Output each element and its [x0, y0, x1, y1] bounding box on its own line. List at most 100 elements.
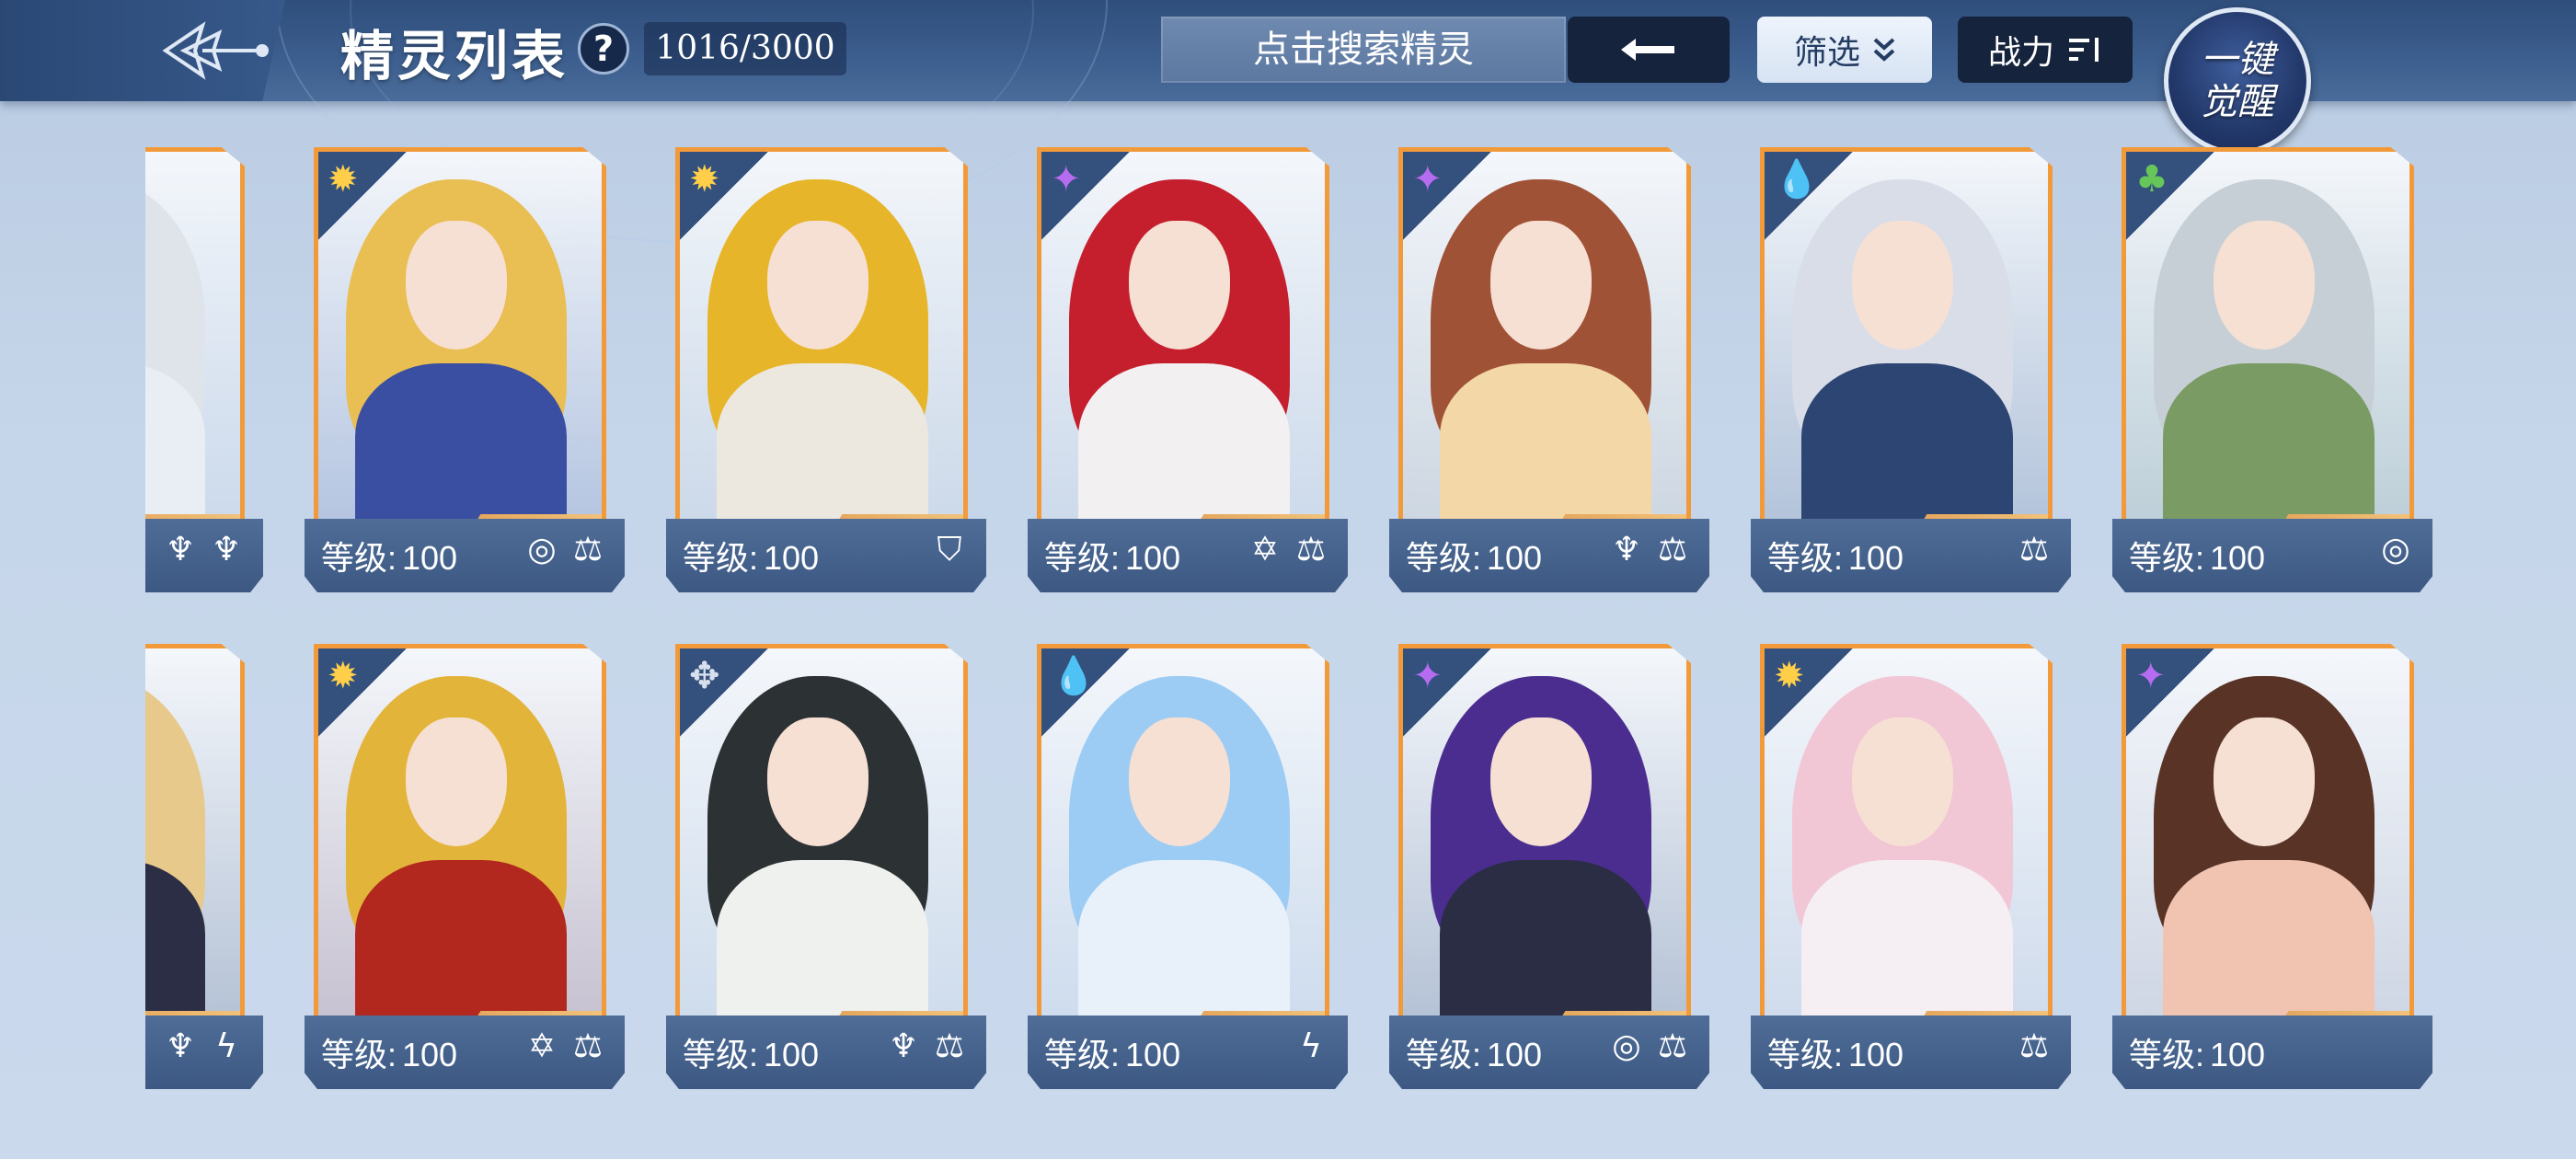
level-value: 100 — [1125, 1036, 1181, 1073]
spirit-card[interactable]: 等级:100♆ϟ — [145, 635, 263, 1089]
skill-icons: ◎ — [2375, 530, 2416, 570]
spirit-portrait-frame: ✥ — [675, 644, 968, 1028]
spirit-portrait-frame: ✦ — [1398, 644, 1691, 1028]
skill-icons: ⛉ — [929, 530, 970, 570]
level-text: 等级: 100 — [1044, 1028, 1180, 1076]
level-text: 等级: 100 — [1044, 532, 1180, 580]
level-bar: 等级: 100 ϟ — [1028, 1016, 1348, 1089]
level-label: 等级: — [1767, 539, 1844, 577]
spirit-portrait — [145, 152, 240, 527]
level-text: 等级: 100 — [1406, 532, 1542, 580]
spirit-portrait-frame: ♣ — [2122, 147, 2414, 532]
skill-type-icon: ⛉ — [937, 531, 962, 568]
spirit-card[interactable]: ✦ 等级: 100 — [2112, 635, 2432, 1089]
spirit-card[interactable]: ✦ 等级: 100 ♆ ⚖ — [1389, 138, 1709, 592]
spirit-portrait-frame: ✦ — [1398, 147, 1691, 532]
skill-icons: ♆ ♆ — [160, 530, 247, 570]
spirit-card[interactable]: ✹ 等级: 100 ⚖ — [1751, 635, 2071, 1089]
filter-label: 筛选 — [1793, 34, 1860, 72]
element-attribute-icon: ✹ — [318, 152, 407, 240]
spirit-portrait-frame: ✹ — [675, 147, 968, 532]
skill-icons: ⚖ — [2014, 1027, 2054, 1067]
help-button[interactable]: ? — [578, 23, 629, 75]
level-bar: 等级: 100 ♆ ⚖ — [666, 1016, 986, 1089]
skill-type-icon: ⚖ — [1657, 1027, 1688, 1065]
level-bar: 等级: 100 ◎ ⚖ — [1389, 1016, 1709, 1089]
level-value: 100 — [764, 539, 820, 577]
skill-type-icon: ◎ — [2381, 531, 2410, 568]
spirit-portrait-frame — [145, 147, 245, 532]
spirit-card[interactable]: ✦ 等级: 100 ✡ ⚖ — [1028, 138, 1348, 592]
spirit-card[interactable]: 💧 等级: 100 ϟ — [1028, 635, 1348, 1089]
level-bar: 等级: 100 ◎ — [2112, 519, 2432, 592]
level-text: 等级: 100 — [683, 1028, 819, 1076]
level-value: 100 — [1487, 539, 1543, 577]
level-label: 等级: — [2129, 539, 2205, 577]
level-label: 等级: — [683, 539, 759, 577]
skill-type-icon: ♆ — [165, 1027, 196, 1065]
skill-type-icon: ϟ — [1300, 1027, 1322, 1065]
spirit-portrait-frame: ✹ — [314, 644, 606, 1028]
level-label: 等级: — [321, 539, 397, 577]
filter-button[interactable]: 筛选 — [1757, 17, 1932, 83]
level-value: 100 — [1848, 1036, 1904, 1073]
level-bar: 等级: 100 ⚖ — [1751, 1016, 2071, 1089]
spirit-portrait-frame: ✹ — [314, 147, 606, 532]
awaken-label-line2: 觉醒 — [2201, 81, 2274, 123]
level-bar: 等级:100♆ϟ — [145, 1016, 263, 1089]
level-text: 等级: 100 — [321, 1028, 457, 1076]
element-attribute-icon: ✹ — [680, 152, 768, 240]
level-text: 等级: 100 — [1406, 1028, 1542, 1076]
skill-icons: ◎ ⚖ — [522, 530, 608, 570]
level-value: 100 — [2210, 1036, 2266, 1073]
skill-icons: ⚖ — [2014, 530, 2054, 570]
skill-type-icon: ♆ — [165, 531, 196, 568]
level-text: 等级: 100 — [321, 532, 457, 580]
element-attribute-icon: ✹ — [318, 648, 407, 737]
skill-type-icon: ϟ — [215, 1027, 237, 1065]
skill-type-icon: ⚖ — [572, 1027, 604, 1065]
sort-icon — [2069, 38, 2099, 62]
skill-icons: ♆ ⚖ — [1606, 530, 1693, 570]
level-label: 等级: — [1767, 1036, 1844, 1073]
spirit-card[interactable]: ✹ 等级: 100 ⛉ — [666, 138, 986, 592]
skill-type-icon: ⚖ — [934, 1027, 965, 1065]
sort-button[interactable]: 战力 — [1958, 17, 2133, 83]
spirit-card[interactable]: ♣ 等级: 100 ◎ — [2112, 138, 2432, 592]
level-value: 100 — [402, 539, 458, 577]
spirit-card[interactable]: 💧 等级: 100 ⚖ — [1751, 138, 2071, 592]
level-label: 等级: — [1406, 1036, 1482, 1073]
skill-type-icon: ◎ — [527, 531, 557, 568]
one-click-awaken-button[interactable]: 一键 觉醒 — [2164, 7, 2311, 155]
search-input[interactable]: 点击搜索精灵 — [1161, 17, 1566, 83]
level-bar: 等级: 100 ♆ ⚖ — [1389, 519, 1709, 592]
element-attribute-icon: ✹ — [1765, 648, 1853, 737]
spirit-card[interactable]: ✹ 等级: 100 ◎ ⚖ — [305, 138, 625, 592]
level-text: 等级: 100 — [2129, 532, 2265, 580]
skill-type-icon: ◎ — [1612, 1027, 1641, 1065]
level-value: 100 — [1848, 539, 1904, 577]
level-label: 等级: — [321, 1036, 397, 1073]
spirit-card[interactable]: ✹ 等级: 100 ✡ ⚖ — [305, 635, 625, 1089]
skill-type-icon: ⚖ — [1295, 531, 1327, 568]
page-title: 精灵列表 — [340, 25, 569, 87]
collection-count: 1016/3000 — [644, 22, 846, 75]
spirit-portrait-frame: ✦ — [2122, 644, 2414, 1028]
back-button[interactable] — [1568, 17, 1730, 83]
level-value: 100 — [764, 1036, 820, 1073]
skill-type-icon: ♆ — [1611, 531, 1642, 568]
skill-type-icon: ♆ — [888, 1027, 919, 1065]
double-chevron-down-icon — [1873, 38, 1895, 62]
sort-label: 战力 — [1987, 34, 2054, 72]
spirit-card[interactable]: ✥ 等级: 100 ♆ ⚖ — [666, 635, 986, 1089]
logo-area — [0, 0, 285, 101]
top-bar: 精灵列表 ? 1016/3000 点击搜索精灵 筛选 战力 一键 觉醒 — [0, 0, 2576, 243]
element-attribute-icon: ✦ — [1041, 152, 1130, 240]
skill-icons: ♆ ϟ — [160, 1027, 247, 1067]
level-text: 等级: 100 — [2129, 1028, 2265, 1076]
level-bar: 等级: 100 ✡ ⚖ — [305, 1016, 625, 1089]
spirit-card[interactable]: 等级:100♆♆ — [145, 138, 263, 592]
skill-type-icon: ♆ — [211, 531, 242, 568]
spirit-card[interactable]: ✦ 等级: 100 ◎ ⚖ — [1389, 635, 1709, 1089]
spirit-portrait-frame: 💧 — [1037, 644, 1329, 1028]
